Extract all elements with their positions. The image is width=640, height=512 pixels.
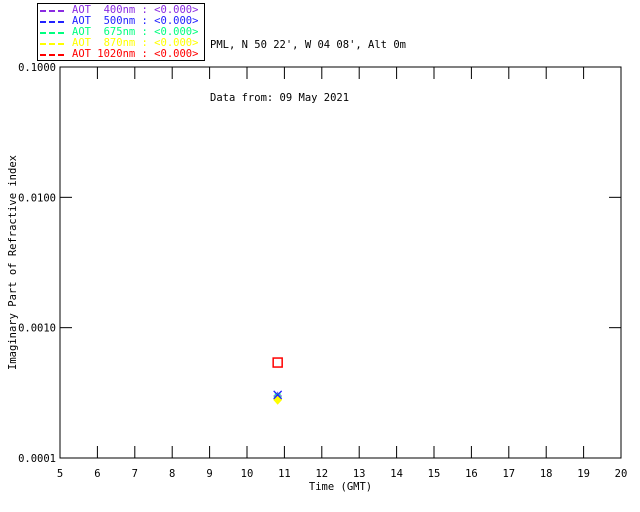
x-tick-label: 15 [428, 468, 441, 480]
x-tick-label: 12 [315, 468, 328, 480]
y-tick-label: 0.1000 [18, 62, 56, 74]
x-tick-label: 20 [615, 468, 628, 480]
x-tick-label: 9 [206, 468, 212, 480]
plot-frame [59, 66, 622, 459]
y-axis-title: Imaginary Part of Refractive index [7, 155, 19, 370]
y-tick-label: 0.0010 [18, 323, 56, 335]
x-tick-label: 16 [465, 468, 478, 480]
x-tick-label: 14 [390, 468, 403, 480]
plot-svg: 5 6 7 8 9 10 11 12 13 14 15 16 17 18 19 20 0.1000 0.0100 0… [7, 62, 628, 493]
x-tick-label: 7 [132, 468, 138, 480]
x-tick-label: 6 [94, 468, 100, 480]
x-tick-label: 13 [353, 468, 366, 480]
x-tick-label: 19 [577, 468, 590, 480]
x-tick-label: 11 [278, 468, 291, 480]
x-tick-label: 17 [502, 468, 515, 480]
x-tick-label: 10 [241, 468, 254, 480]
x-tick-label: 8 [169, 468, 175, 480]
x-tick-label: 18 [540, 468, 553, 480]
y-tick-label: 0.0001 [18, 453, 56, 465]
plot-page: AOT 400nm : <0.000> AOT 500nm : <0.000> AO… [0, 0, 640, 512]
marker-aot-1020nm [272, 357, 283, 368]
x-axis-title: Time (GMT) [309, 481, 372, 493]
x-tick-label: 5 [57, 468, 63, 480]
y-tick-label: 0.0100 [18, 192, 56, 204]
